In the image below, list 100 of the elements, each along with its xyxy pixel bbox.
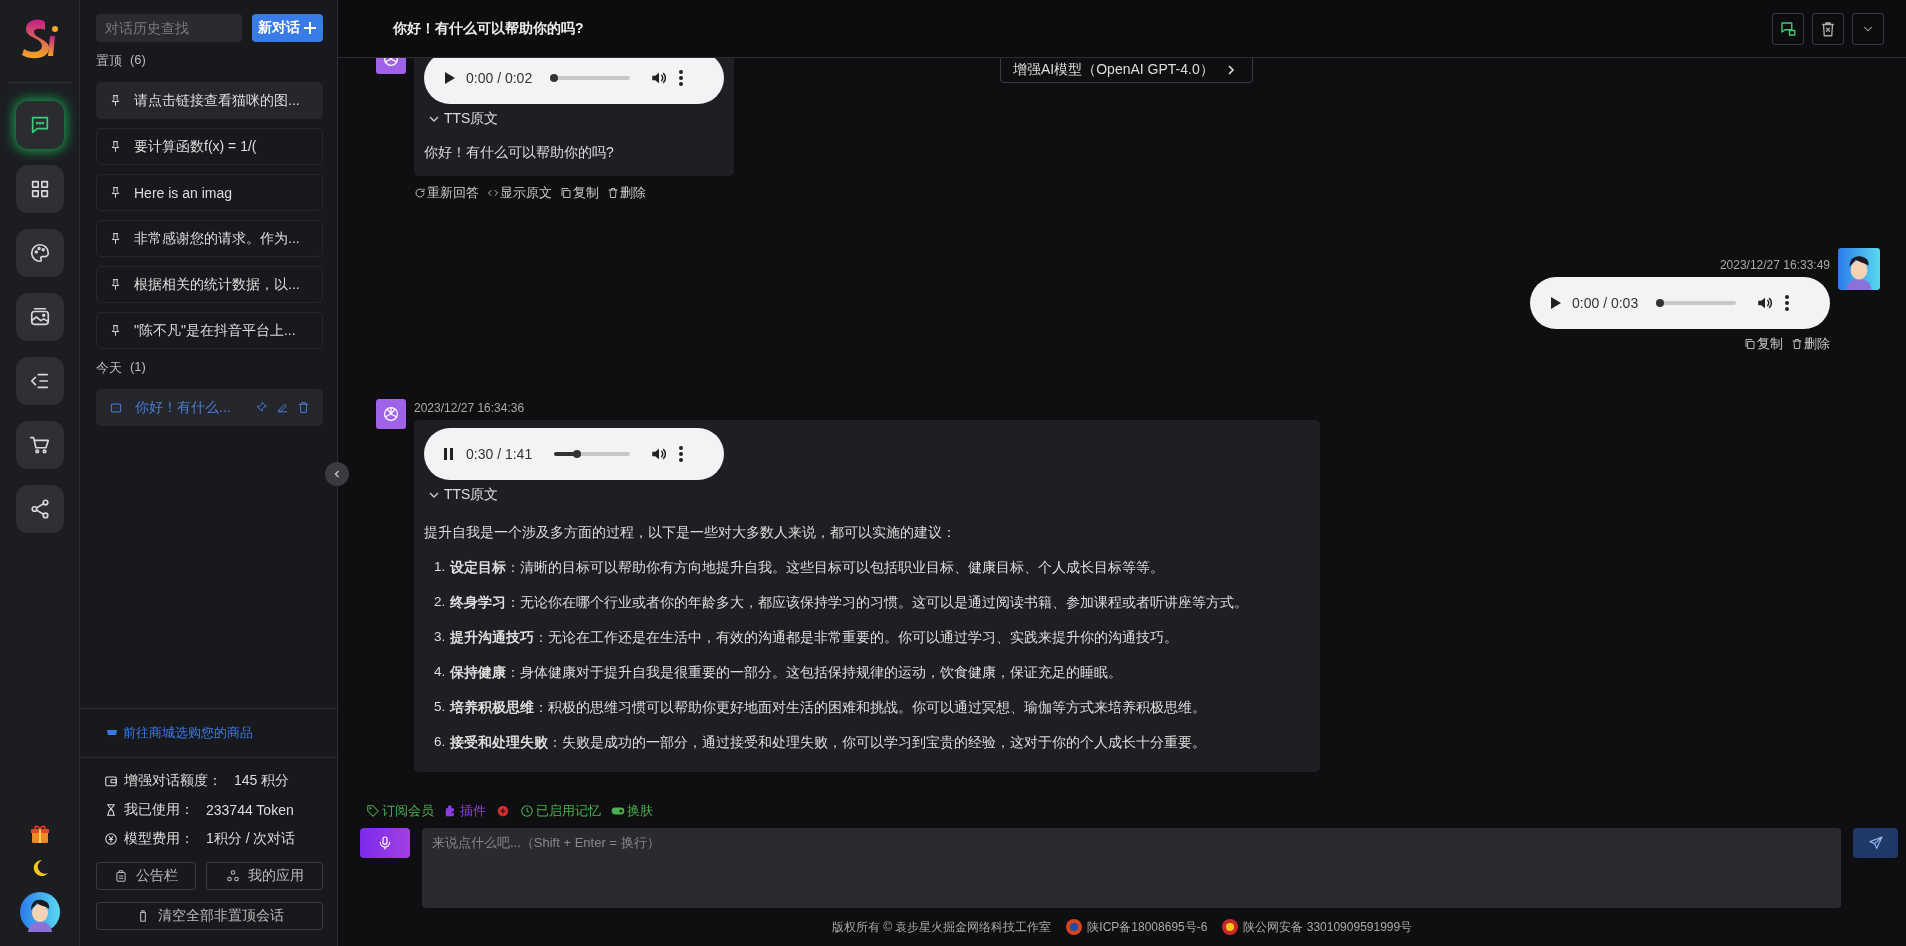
conversation-item[interactable]: Here is an imag bbox=[96, 174, 323, 211]
more-icon[interactable] bbox=[1784, 294, 1791, 312]
chat-icon bbox=[109, 400, 123, 415]
tts-toggle[interactable]: TTS原文 bbox=[444, 486, 499, 504]
chevron-right-icon bbox=[1225, 64, 1236, 76]
microphone-button[interactable] bbox=[360, 828, 410, 858]
logo-tool[interactable] bbox=[496, 804, 510, 818]
clock-icon bbox=[520, 804, 534, 818]
memory-tool[interactable]: 已启用记忆 bbox=[520, 802, 601, 820]
stat-value: 145 积分 bbox=[234, 772, 290, 790]
chevron-left-icon bbox=[332, 469, 342, 479]
stat-value: 1积分 / 次对话 bbox=[206, 830, 296, 848]
badge-icon bbox=[496, 804, 510, 818]
nav-button[interactable] bbox=[15, 165, 64, 213]
nav-button[interactable] bbox=[15, 293, 64, 341]
apps-button[interactable]: 我的应用 bbox=[206, 862, 323, 890]
audio-progress[interactable] bbox=[554, 452, 631, 456]
user-avatar[interactable] bbox=[19, 892, 60, 932]
police-link[interactable]: 陕公网安备 33010909591999号 bbox=[1243, 918, 1413, 936]
conversation-title: "陈不凡"是在抖音平台上... bbox=[134, 321, 297, 340]
pin-icon bbox=[109, 140, 122, 153]
stat-label: 我已使用： bbox=[124, 801, 194, 819]
conversation-title: 请点击链接查看猫咪的图... bbox=[134, 91, 301, 110]
conversation-title: 要计算函数f(x) = 1/( bbox=[134, 137, 258, 156]
stat-value: 233744 Token bbox=[206, 802, 294, 818]
pause-icon[interactable] bbox=[442, 447, 456, 461]
pin-icon bbox=[109, 324, 122, 337]
conversation-item[interactable]: 你好！有什么... bbox=[96, 389, 323, 426]
shop-link[interactable]: 前往商城选购您的商品 bbox=[123, 724, 253, 742]
image-box-icon bbox=[28, 306, 51, 328]
conversation-title: 根据相关的统计数据，以... bbox=[134, 275, 301, 294]
stat-label: 增强对话额度： bbox=[124, 772, 222, 790]
icp-link[interactable]: 陕ICP备18008695号-6 bbox=[1087, 918, 1208, 936]
conversation-item[interactable]: 非常感谢您的请求。作为... bbox=[96, 220, 323, 257]
more-icon[interactable] bbox=[678, 445, 685, 463]
more-icon[interactable] bbox=[678, 69, 685, 87]
edit-icon bbox=[276, 401, 289, 414]
share-icon bbox=[28, 498, 51, 520]
model-selector[interactable]: 增强AI模型（OpenAI GPT-4.0） bbox=[1000, 58, 1253, 83]
plugin-tool[interactable]: 插件 bbox=[444, 802, 486, 820]
tag-tool[interactable]: 订阅会员 bbox=[366, 802, 434, 820]
gift-icon[interactable] bbox=[29, 824, 50, 844]
play-icon[interactable] bbox=[442, 71, 456, 85]
conversation-item[interactable]: 请点击链接查看猫咪的图... bbox=[96, 82, 323, 119]
new-chat-button[interactable]: 新对话 bbox=[252, 14, 323, 42]
pin-icon bbox=[255, 401, 268, 414]
copy-icon bbox=[1744, 338, 1756, 350]
trash-icon bbox=[297, 401, 310, 414]
message-time: 2023/12/27 16:34:36 bbox=[414, 401, 525, 415]
message-text: 提升自我是一个涉及多方面的过程，以下是一些对大多数人来说，都可以实施的建议： bbox=[424, 524, 957, 542]
pin-icon bbox=[109, 94, 122, 107]
coin-icon bbox=[104, 832, 118, 846]
copyright-text: 版权所有 © 袁步星火掘金网络科技工作室 bbox=[831, 918, 1052, 936]
hourglass-icon bbox=[104, 803, 118, 817]
message-input[interactable]: 来说点什么吧...（Shift + Enter = 换行） bbox=[422, 828, 1841, 908]
tts-toggle[interactable]: TTS原文 bbox=[444, 110, 499, 128]
trash-button[interactable] bbox=[1812, 12, 1844, 45]
nav-button[interactable] bbox=[15, 101, 64, 149]
copy-icon bbox=[560, 187, 572, 199]
list-number: 1. bbox=[434, 559, 446, 576]
progress-thumb[interactable] bbox=[572, 450, 581, 458]
progress-thumb[interactable] bbox=[550, 74, 559, 82]
play-icon[interactable] bbox=[1548, 296, 1562, 310]
refresh-action[interactable]: 重新回答 bbox=[414, 184, 479, 202]
chat-title: 你好！有什么可以帮助你的吗? bbox=[393, 19, 585, 38]
audio-player[interactable]: 0:00 / 0:03 bbox=[1530, 277, 1830, 329]
group-title: 今天 bbox=[96, 359, 122, 377]
code-icon bbox=[487, 187, 499, 199]
nav-button[interactable] bbox=[15, 357, 64, 405]
delete-action[interactable]: 删除 bbox=[607, 184, 646, 202]
search-field[interactable]: 对话历史查找 bbox=[96, 14, 242, 42]
clear-button[interactable]: 清空全部非置顶会话 bbox=[96, 902, 323, 930]
toggle-tool[interactable]: 换肤 bbox=[611, 802, 653, 820]
nav-button[interactable] bbox=[15, 421, 64, 469]
conversation-item[interactable]: 要计算函数f(x) = 1/( bbox=[96, 128, 323, 165]
tag-icon bbox=[366, 804, 380, 818]
group-title: 置顶 bbox=[96, 52, 122, 70]
audio-time: 0:00 / 0:03 bbox=[1572, 295, 1639, 311]
code-action[interactable]: 显示原文 bbox=[487, 184, 552, 202]
cart-icon bbox=[28, 434, 51, 456]
progress-thumb[interactable] bbox=[1656, 299, 1665, 307]
collapse-button[interactable] bbox=[325, 462, 349, 486]
list-item-text: 设定目标：清晰的目标可以帮助你有方向地提升自我。这些目标可以包括职业目标、健康目标、个人成长目标等等。 bbox=[450, 559, 1165, 577]
audio-player[interactable]: 0:30 / 1:41 bbox=[424, 428, 724, 480]
chat-lock-button[interactable] bbox=[1772, 12, 1804, 45]
nav-button[interactable] bbox=[15, 485, 64, 533]
message-text: 你好！有什么可以帮助你的吗? bbox=[424, 144, 615, 162]
copy-action[interactable]: 复制 bbox=[560, 184, 599, 202]
pin-icon bbox=[109, 186, 122, 199]
send-button[interactable] bbox=[1853, 828, 1898, 858]
audio-player[interactable]: 0:00 / 0:02 bbox=[424, 58, 724, 104]
copy-action[interactable]: 复制 bbox=[1744, 335, 1783, 353]
notice-button[interactable]: 公告栏 bbox=[96, 862, 196, 890]
delete-action[interactable]: 删除 bbox=[1791, 335, 1830, 353]
group-count: (1) bbox=[130, 359, 146, 376]
plus-icon bbox=[303, 21, 317, 35]
conversation-item[interactable]: 根据相关的统计数据，以... bbox=[96, 266, 323, 303]
nav-button[interactable] bbox=[15, 229, 64, 277]
user-avatar[interactable] bbox=[1838, 248, 1880, 290]
conversation-item[interactable]: "陈不凡"是在抖音平台上... bbox=[96, 312, 323, 349]
